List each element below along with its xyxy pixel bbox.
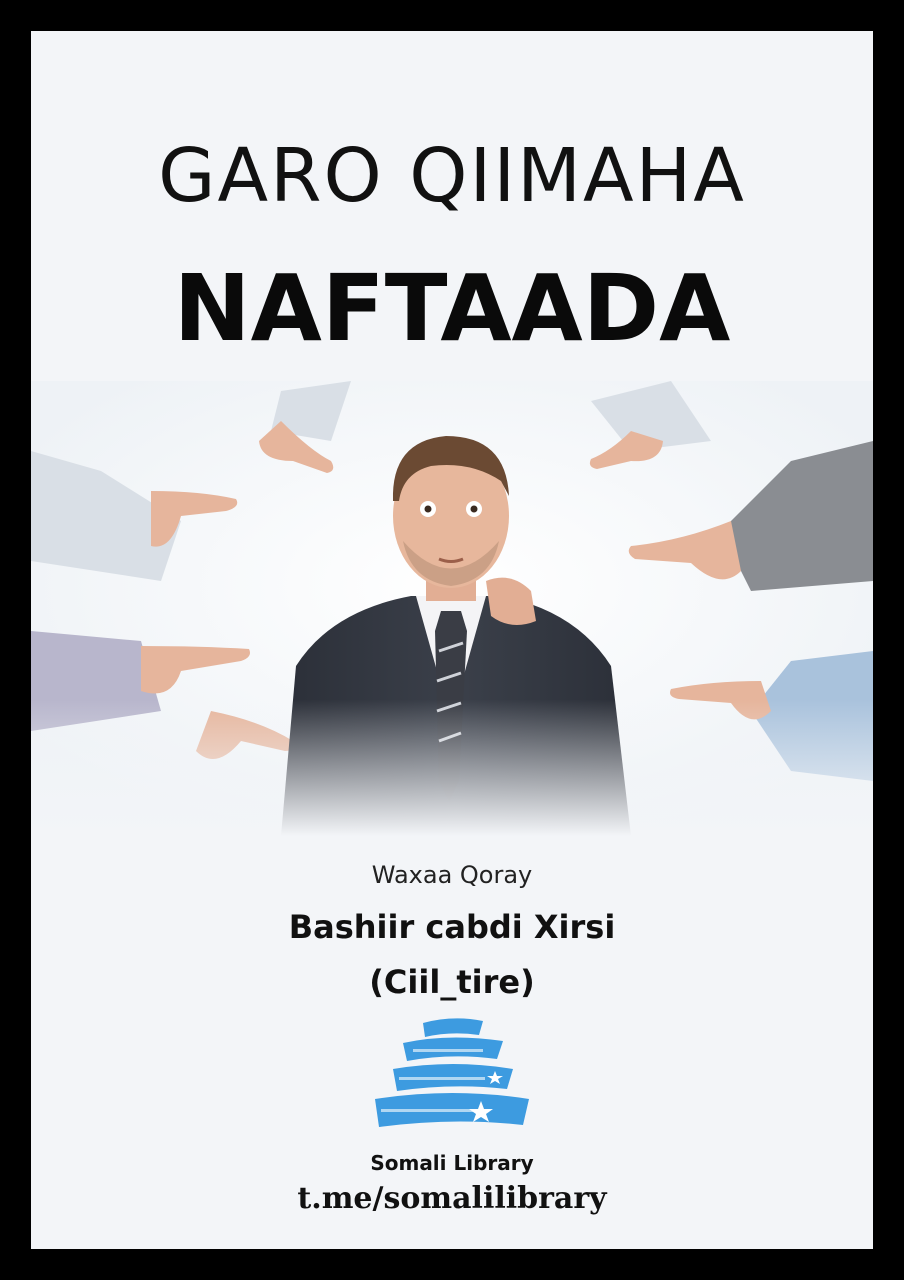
books-stack-star-icon xyxy=(375,1018,529,1127)
author-name: Bashiir cabdi Xirsi xyxy=(288,908,616,946)
author-label: Waxaa Qoray xyxy=(371,861,533,889)
cover-photo-pointing-hands xyxy=(31,381,873,836)
title-line-2: NAFTAADA xyxy=(173,255,731,362)
publisher-name: Somali Library xyxy=(370,1151,534,1175)
book-cover: GARO QIIMAHA NAFTAADA Waxaa Qoray Bashii… xyxy=(31,31,873,1249)
author-alias: (Ciil_tire) xyxy=(369,963,535,1001)
publisher-link[interactable]: t.me/somalilibrary xyxy=(31,1181,873,1216)
title-line-1: GARO QIIMAHA xyxy=(158,133,746,219)
